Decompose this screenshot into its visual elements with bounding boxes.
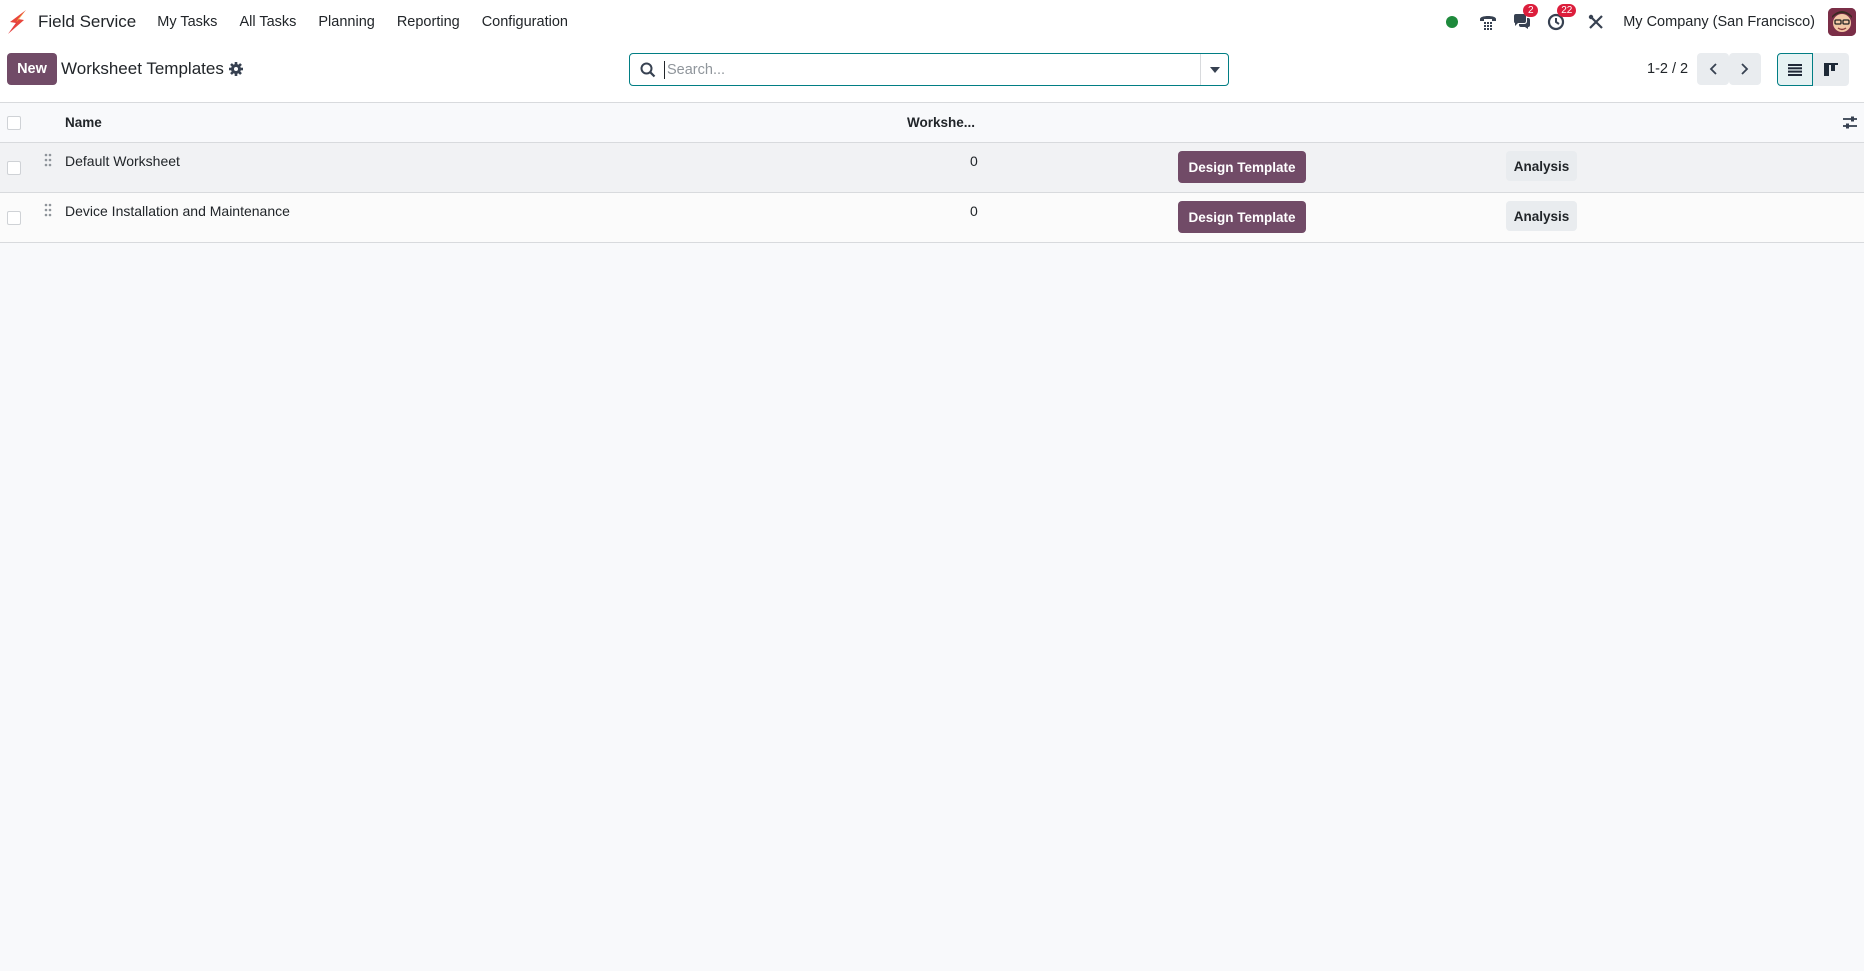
list-view-button[interactable] xyxy=(1777,53,1813,86)
caret-down-icon xyxy=(1209,66,1220,73)
pager-value[interactable]: 1-2 / 2 xyxy=(1647,61,1688,77)
worksheet-count[interactable]: 0 xyxy=(970,153,978,169)
messages-icon[interactable]: 2 xyxy=(1511,4,1539,33)
pager-previous-button[interactable] xyxy=(1697,53,1729,85)
list-view-icon xyxy=(1788,63,1802,76)
template-name[interactable]: Default Worksheet xyxy=(65,153,180,169)
kanban-view-icon xyxy=(1824,63,1838,76)
search-bar xyxy=(629,53,1229,86)
menu-my-tasks[interactable]: My Tasks xyxy=(157,14,217,30)
presence-status-icon xyxy=(1446,16,1459,28)
table-row[interactable]: Default Worksheet 0 Design Template Anal… xyxy=(0,143,1864,193)
gear-icon[interactable] xyxy=(228,61,244,77)
menu-planning[interactable]: Planning xyxy=(318,14,374,30)
debug-tools-icon[interactable] xyxy=(1585,11,1607,33)
row-checkbox[interactable] xyxy=(7,161,21,175)
phone-icon[interactable] xyxy=(1477,11,1499,33)
column-header-worksheets[interactable]: Workshe... xyxy=(907,115,975,130)
optional-columns-icon[interactable] xyxy=(1842,115,1858,131)
select-all-checkbox[interactable] xyxy=(7,116,21,130)
app-name[interactable]: Field Service xyxy=(38,12,136,32)
row-checkbox[interactable] xyxy=(7,211,21,225)
new-button[interactable]: New xyxy=(7,53,57,85)
chevron-right-icon xyxy=(1741,63,1749,75)
worksheet-templates-list: Name Workshe... Default Worksheet 0 Desi… xyxy=(0,103,1864,243)
design-template-button[interactable]: Design Template xyxy=(1178,201,1306,233)
chevron-left-icon xyxy=(1709,63,1717,75)
pager-next-button[interactable] xyxy=(1729,53,1761,85)
analysis-button[interactable]: Analysis xyxy=(1506,201,1577,231)
drag-handle-icon[interactable] xyxy=(43,203,53,217)
activities-badge: 22 xyxy=(1557,4,1577,17)
search-input[interactable] xyxy=(664,60,1200,79)
column-header-name[interactable]: Name xyxy=(65,115,102,130)
user-avatar[interactable] xyxy=(1828,8,1856,36)
top-navbar: Field Service My Tasks All Tasks Plannin… xyxy=(0,0,1864,44)
search-options-toggle[interactable] xyxy=(1200,54,1228,85)
template-name[interactable]: Device Installation and Maintenance xyxy=(65,203,290,219)
menu-reporting[interactable]: Reporting xyxy=(397,14,460,30)
systray: 2 22 My Company (San Francisco) xyxy=(1446,0,1856,44)
design-template-button[interactable]: Design Template xyxy=(1178,151,1306,183)
page-title: Worksheet Templates xyxy=(61,59,224,78)
menu-all-tasks[interactable]: All Tasks xyxy=(239,14,296,30)
table-row[interactable]: Device Installation and Maintenance 0 De… xyxy=(0,193,1864,243)
kanban-view-button[interactable] xyxy=(1813,53,1849,86)
analysis-button[interactable]: Analysis xyxy=(1506,151,1577,181)
drag-handle-icon[interactable] xyxy=(43,153,53,167)
menu-configuration[interactable]: Configuration xyxy=(482,14,568,30)
field-service-app-icon[interactable] xyxy=(6,9,28,35)
activities-clock-icon[interactable]: 22 xyxy=(1545,4,1577,33)
search-icon xyxy=(640,62,656,77)
control-panel: New Worksheet Templates 1-2 / 2 xyxy=(0,44,1864,103)
company-switcher[interactable]: My Company (San Francisco) xyxy=(1623,14,1815,30)
worksheet-count[interactable]: 0 xyxy=(970,203,978,219)
table-header: Name Workshe... xyxy=(0,103,1864,143)
messages-badge: 2 xyxy=(1523,4,1539,17)
